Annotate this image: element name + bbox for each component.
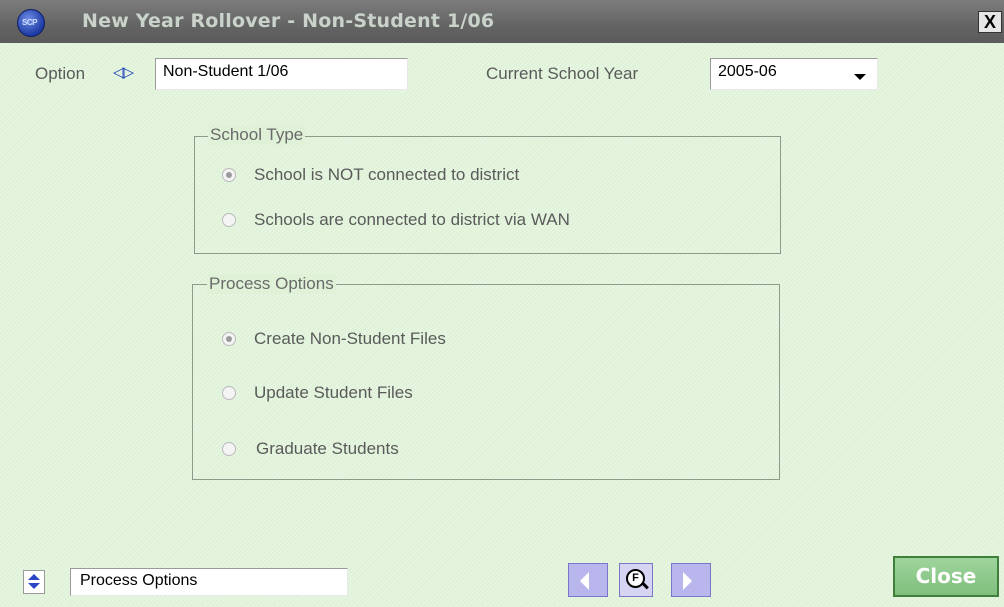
school-year-select[interactable]: 2005-06: [710, 58, 878, 90]
arrow-down-icon[interactable]: [28, 583, 40, 589]
arrow-left-icon: [580, 572, 589, 590]
school-type-group: [194, 136, 781, 254]
next-record-button[interactable]: [671, 563, 711, 597]
process-option-label: Graduate Students: [256, 439, 399, 458]
school-type-radio-not-connected[interactable]: [222, 168, 236, 182]
app-logo-icon: SCP: [17, 9, 45, 37]
option-label: Option: [35, 64, 86, 83]
process-radio-update-student[interactable]: [222, 386, 236, 400]
school-type-option-label: School is NOT connected to district: [254, 165, 520, 184]
option-input[interactable]: Non-Student 1/06: [155, 58, 408, 90]
process-radio-create-non-student[interactable]: [222, 332, 236, 346]
window-close-button[interactable]: X: [978, 11, 1002, 33]
section-field[interactable]: Process Options: [70, 568, 348, 596]
title-bar[interactable]: SCP New Year Rollover - Non-Student 1/06…: [0, 0, 1004, 43]
arrow-up-icon[interactable]: [28, 574, 40, 580]
arrow-right-icon: [683, 572, 692, 590]
school-year-value: 2005-06: [718, 63, 777, 80]
left-right-arrows-icon[interactable]: ◁▷: [113, 63, 134, 81]
process-option-label: Update Student Files: [254, 383, 413, 402]
school-type-radio-wan[interactable]: [222, 213, 236, 227]
window-title: New Year Rollover - Non-Student 1/06: [82, 10, 495, 32]
school-type-legend: School Type: [208, 125, 306, 145]
find-button[interactable]: F: [619, 563, 653, 597]
school-year-label: Current School Year: [486, 64, 639, 83]
chevron-down-icon[interactable]: [854, 74, 866, 80]
school-type-option-label: Schools are connected to district via WA…: [254, 210, 570, 229]
process-option-label: Create Non-Student Files: [254, 329, 446, 348]
section-spinner[interactable]: [23, 570, 45, 594]
process-options-legend: Process Options: [207, 274, 336, 294]
close-button[interactable]: Close: [893, 556, 999, 597]
process-radio-graduate[interactable]: [222, 442, 236, 456]
previous-record-button[interactable]: [568, 563, 608, 597]
